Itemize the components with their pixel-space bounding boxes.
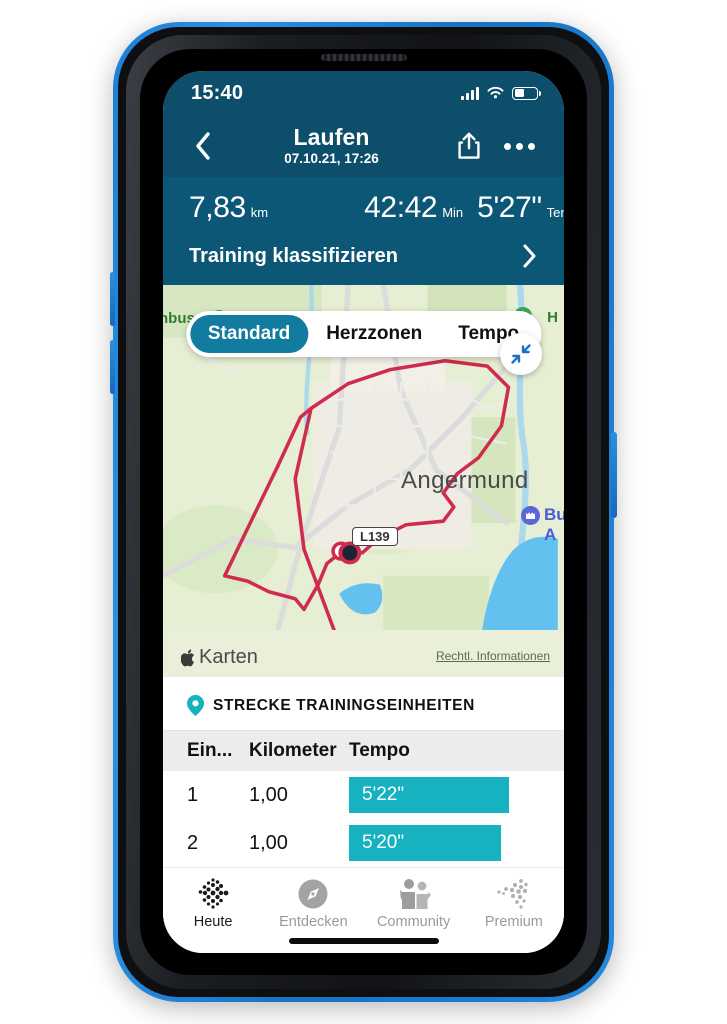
map-road-shield-l139: L139 — [352, 527, 398, 546]
table-row[interactable]: 2 1,00 5'20" — [163, 819, 564, 867]
activity-title: Laufen — [293, 124, 370, 151]
phone-bezel-inner: 15:40 Laufen 07.10.21, 17:26 7,83 km 42:… — [140, 49, 587, 975]
map-mode-segmented-control[interactable]: Standard Herzzonen Tempo — [185, 311, 542, 357]
stat-duration-unit: Min — [442, 205, 464, 220]
segment-standard[interactable]: Standard — [189, 315, 309, 353]
more-dots-icon — [503, 142, 535, 150]
segment-herzzonen[interactable]: Herzzonen — [308, 315, 440, 353]
stat-distance-unit: km — [250, 205, 269, 220]
classify-training-label: Training klassifizieren — [189, 244, 398, 267]
castle-poi-icon — [521, 506, 540, 525]
route-section-title: STRECKE TRAININGSEINHEITEN — [213, 696, 475, 714]
stat-pace-unit: Tempo — [546, 205, 564, 220]
map-collapse-button[interactable] — [500, 333, 542, 375]
route-section-header: STRECKE TRAININGSEINHEITEN — [163, 677, 564, 731]
chevron-right-icon — [523, 244, 536, 268]
more-button[interactable] — [496, 142, 542, 150]
activity-datetime: 07.10.21, 17:26 — [284, 151, 379, 167]
status-icons — [461, 86, 541, 100]
compass-icon — [298, 879, 328, 909]
row-tempo-bar: 5'20" — [349, 825, 501, 861]
dots-grid-icon — [198, 878, 229, 909]
route-table-header: Ein... Kilometer Tempo — [163, 731, 564, 771]
signal-bars-icon — [461, 86, 479, 100]
status-clock: 15:40 — [191, 81, 244, 104]
page-title: Laufen 07.10.21, 17:26 — [221, 125, 442, 166]
stats-strip: 7,83 km 42:42 Min 5'27" Tempo — [163, 177, 564, 233]
classify-training-row[interactable]: Training klassifizieren — [163, 233, 564, 285]
map-attribution: Karten — [181, 646, 258, 669]
volume-down-button[interactable] — [110, 340, 115, 394]
row-tempo-bar: 5'22" — [349, 777, 509, 813]
column-header-unit: Ein... — [187, 740, 233, 761]
screenshot-root: 15:40 Laufen 07.10.21, 17:26 7,83 km 42:… — [0, 0, 727, 1024]
table-row[interactable]: 1 1,00 5'22" — [163, 771, 564, 819]
map-label-angermund: Angermund — [401, 467, 529, 494]
wifi-icon — [487, 86, 504, 99]
dots-swoosh-icon — [497, 879, 528, 909]
column-header-kilometer: Kilometer — [249, 740, 337, 761]
activity-map[interactable]: nbusch H Angermund L139 Bu A Standard He… — [163, 285, 564, 677]
share-button[interactable] — [446, 131, 492, 161]
stat-distance: 7,83 km — [189, 191, 268, 225]
stat-pace-value: 5'27" — [477, 191, 542, 224]
phone-bezel-mid: 15:40 Laufen 07.10.21, 17:26 7,83 km 42:… — [126, 35, 601, 989]
chevron-left-icon — [195, 132, 210, 160]
people-icon — [399, 879, 431, 909]
tab-label-community: Community — [376, 914, 451, 930]
stat-distance-value: 7,83 — [189, 191, 246, 224]
back-button[interactable] — [185, 131, 219, 161]
stat-pace: 5'27" Tempo — [477, 191, 564, 225]
status-bar: 15:40 — [163, 71, 564, 115]
row-unit: 1 — [187, 783, 199, 806]
tab-community[interactable]: Community — [364, 877, 464, 930]
row-tempo-cell: 5'22" — [349, 777, 540, 813]
tab-entdecken[interactable]: Entdecken — [263, 877, 363, 930]
map-label-burg: Burg A — [544, 505, 564, 544]
tab-heute[interactable]: Heute — [163, 877, 263, 930]
column-header-tempo: Tempo — [349, 740, 410, 761]
tab-label-entdecken: Entdecken — [279, 914, 348, 930]
stat-duration-value: 42:42 — [364, 191, 438, 224]
collapse-arrows-icon — [511, 344, 531, 364]
map-label-h: H — [547, 309, 558, 326]
stat-duration: 42:42 Min — [364, 191, 463, 225]
nav-bar: Laufen 07.10.21, 17:26 — [163, 115, 564, 177]
power-button[interactable] — [611, 432, 617, 518]
map-legal-link[interactable]: Rechtl. Informationen — [436, 649, 550, 663]
tab-premium[interactable]: Premium — [464, 877, 564, 930]
share-icon — [458, 132, 480, 159]
tab-label-heute: Heute — [193, 914, 233, 930]
earpiece-speaker — [320, 54, 407, 61]
apple-logo-icon — [181, 649, 195, 666]
phone-device: 15:40 Laufen 07.10.21, 17:26 7,83 km 42:… — [110, 22, 617, 1002]
tab-label-premium: Premium — [484, 914, 543, 930]
row-kilometer: 1,00 — [249, 831, 288, 854]
volume-up-button[interactable] — [110, 272, 115, 326]
row-tempo-cell: 5'20" — [349, 825, 540, 861]
phone-bezel-outer: 15:40 Laufen 07.10.21, 17:26 7,83 km 42:… — [118, 27, 609, 997]
phone-screen: 15:40 Laufen 07.10.21, 17:26 7,83 km 42:… — [163, 71, 564, 953]
row-kilometer: 1,00 — [249, 783, 288, 806]
battery-icon — [512, 86, 541, 100]
location-pin-icon — [187, 695, 204, 716]
map-attribution-label: Karten — [199, 646, 258, 668]
home-indicator[interactable] — [288, 938, 439, 944]
row-unit: 2 — [187, 831, 199, 854]
